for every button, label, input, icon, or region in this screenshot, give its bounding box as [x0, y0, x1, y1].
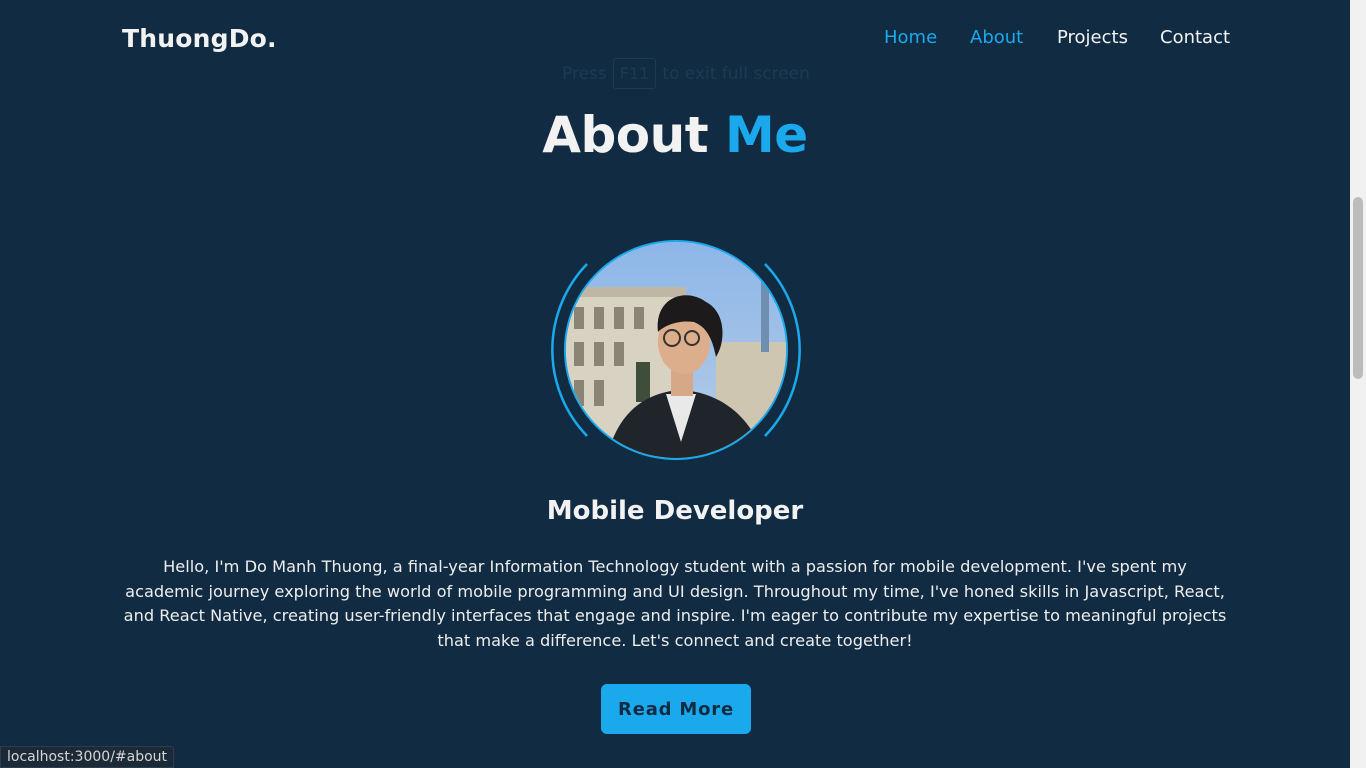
role-title: Mobile Developer	[546, 496, 804, 526]
site-logo[interactable]: ThuongDo.	[122, 24, 277, 53]
page: ThuongDo. Home About Projects Contact Pr…	[0, 0, 1366, 768]
nav-item-contact[interactable]: Contact	[1160, 27, 1230, 48]
heading-main: About	[542, 106, 709, 164]
status-bar-url: localhost:3000/#about	[0, 746, 175, 768]
heading-accent: Me	[725, 106, 808, 164]
bio-paragraph: Hello, I'm Do Manh Thuong, a final-year …	[123, 557, 1227, 651]
fullscreen-hint-suffix: to exit full screen	[662, 63, 810, 84]
profile-photo-icon	[566, 242, 786, 458]
nav-item-about[interactable]: About	[970, 27, 1023, 48]
scrollbar-thumb[interactable]	[1353, 197, 1363, 379]
nav-item-home[interactable]: Home	[884, 27, 937, 48]
avatar	[564, 240, 788, 460]
nav-item-projects[interactable]: Projects	[1057, 27, 1128, 48]
avatar-container	[551, 240, 801, 460]
page-scrollbar[interactable]	[1350, 0, 1366, 768]
fullscreen-hint: Press F11 to exit full screen	[562, 58, 810, 89]
read-more-button[interactable]: Read More	[601, 684, 751, 734]
fullscreen-hint-key: F11	[612, 58, 657, 89]
section-heading: About Me	[0, 106, 1350, 164]
fullscreen-hint-prefix: Press	[562, 63, 607, 84]
